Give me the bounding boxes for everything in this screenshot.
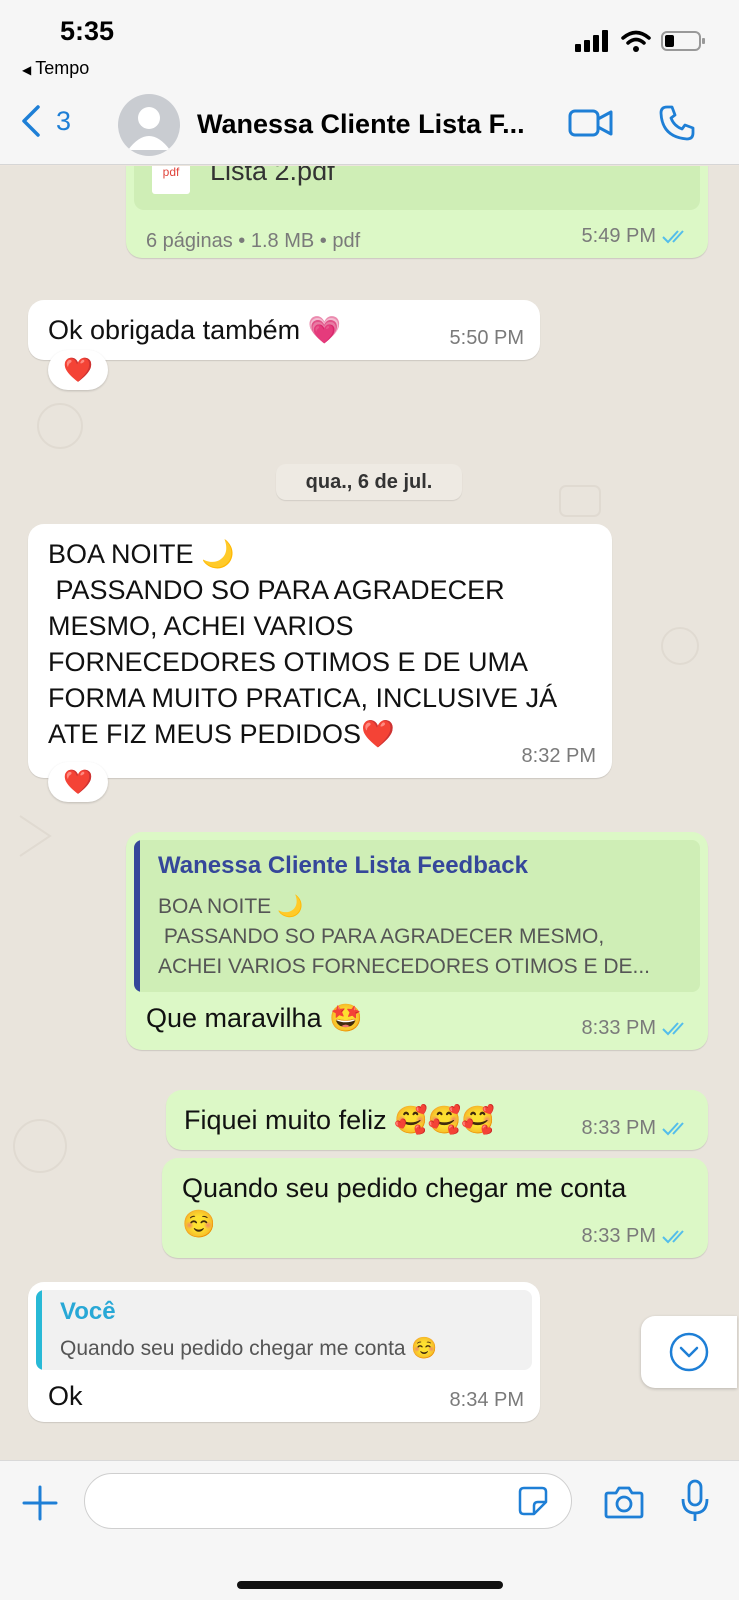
- document-filename: Lista 2.pdf: [210, 166, 335, 186]
- message-text: Ok obrigada também 💗: [48, 315, 342, 345]
- contact-avatar[interactable]: [118, 94, 180, 156]
- message-meta: 8:32 PM: [522, 745, 596, 768]
- message-line: ATE FIZ MEUS PEDIDOS❤️: [48, 719, 395, 749]
- quote-accent-bar: [36, 1290, 42, 1370]
- message-meta: 8:33 PM: [582, 1225, 692, 1248]
- message-line: FORNECEDORES OTIMOS E DE UMA: [48, 647, 529, 677]
- message-text: Ok: [48, 1381, 83, 1411]
- message-line: PASSANDO SO PARA AGRADECER: [48, 575, 505, 605]
- message-outgoing[interactable]: Quando seu pedido chegar me conta ☺️ 8:3…: [162, 1158, 708, 1258]
- double-check-read-icon: [662, 1021, 684, 1035]
- phone-icon: [659, 105, 695, 141]
- quote-accent-bar: [134, 840, 140, 992]
- contact-name[interactable]: Wanessa Cliente Lista F...: [197, 109, 525, 140]
- status-time: 5:35: [60, 16, 115, 46]
- message-time: 8:34 PM: [449, 1389, 524, 1411]
- microphone-button[interactable]: [680, 1479, 710, 1528]
- message-line: FORMA MUITO PRATICA, INCLUSIVE JÁ: [48, 683, 558, 713]
- message-meta: 8:33 PM: [582, 1017, 692, 1040]
- chevron-left-icon: [22, 105, 40, 137]
- default-avatar-icon: [128, 107, 170, 150]
- double-check-read-icon: [662, 1229, 684, 1243]
- scroll-to-bottom-button[interactable]: [641, 1316, 737, 1388]
- quoted-message[interactable]: Você Quando seu pedido chegar me conta ☺…: [36, 1290, 532, 1370]
- quote-author: Wanessa Cliente Lista Feedback: [158, 852, 528, 879]
- message-text: Que maravilha 🤩: [146, 1003, 363, 1033]
- plus-icon: [22, 1485, 58, 1521]
- double-check-read-icon: [662, 229, 684, 243]
- message-line: BOA NOITE 🌙: [48, 539, 235, 569]
- heart-reaction[interactable]: ❤️: [48, 762, 108, 802]
- back-triangle-icon: ◀: [22, 63, 32, 77]
- message-text-multiline: Quando seu pedido chegar me conta ☺️: [182, 1170, 626, 1242]
- message-time: 8:33 PM: [581, 1225, 656, 1247]
- video-call-button[interactable]: [568, 108, 614, 143]
- signal-icon: [575, 30, 608, 52]
- date-separator: qua., 6 de jul.: [276, 464, 462, 500]
- message-time: 8:32 PM: [521, 745, 596, 767]
- voice-call-button[interactable]: [658, 104, 696, 147]
- camera-button[interactable]: [604, 1485, 644, 1524]
- document-preview-area[interactable]: pdf Lista 2.pdf: [134, 166, 700, 210]
- double-check-read-icon: [662, 1121, 684, 1135]
- message-incoming[interactable]: BOA NOITE 🌙 PASSANDO SO PARA AGRADECER M…: [28, 524, 612, 778]
- message-line: ☺️: [182, 1209, 216, 1239]
- pdf-file-icon: pdf: [152, 166, 190, 194]
- back-to-app-link[interactable]: ◀ Tempo: [22, 58, 89, 79]
- wallpaper-doodle-pattern: [13, 403, 721, 1387]
- message-reply-out[interactable]: Wanessa Cliente Lista Feedback BOA NOITE…: [126, 832, 708, 1050]
- wifi-icon: [621, 30, 651, 52]
- home-indicator: [237, 1581, 503, 1589]
- microphone-icon: [681, 1479, 709, 1521]
- sticker-icon: [518, 1486, 548, 1516]
- system-status-icons: [575, 30, 707, 52]
- chat-area[interactable]: pdf Lista 2.pdf 6 páginas • 1.8 MB • pdf…: [0, 166, 739, 1460]
- message-line: MESMO, ACHEI VARIOS: [48, 611, 354, 641]
- message-meta: 8:33 PM: [582, 1117, 692, 1140]
- battery-icon: [661, 31, 705, 51]
- message-meta: 5:49 PM: [582, 225, 692, 248]
- message-text: Fiquei muito feliz 🥰🥰🥰: [184, 1105, 495, 1135]
- document-details: 6 páginas • 1.8 MB • pdf: [146, 230, 361, 252]
- camera-icon: [604, 1486, 644, 1519]
- message-input[interactable]: [84, 1473, 572, 1529]
- quote-text: Quando seu pedido chegar me conta ☺️: [60, 1337, 438, 1360]
- sticker-button[interactable]: [518, 1486, 548, 1521]
- chevron-down-circle-icon: [669, 1332, 709, 1372]
- message-meta: 5:50 PM: [450, 327, 524, 350]
- chat-header: 5:35 ◀ Tempo 3 Wanessa Cliente Lista F...: [0, 0, 739, 165]
- message-time: 8:33 PM: [581, 1117, 656, 1139]
- quote-line: ACHEI VARIOS FORNECEDORES OTIMOS E DE...: [158, 955, 651, 978]
- message-text-multiline: BOA NOITE 🌙 PASSANDO SO PARA AGRADECER M…: [48, 536, 557, 752]
- message-time: 5:50 PM: [449, 327, 524, 349]
- message-line: Quando seu pedido chegar me conta: [182, 1173, 627, 1203]
- message-time: 8:33 PM: [581, 1017, 656, 1039]
- quote-author: Você: [60, 1298, 116, 1325]
- heart-reaction[interactable]: ❤️: [48, 350, 108, 390]
- message-meta: 8:34 PM: [450, 1389, 524, 1412]
- message-composer: [0, 1460, 739, 1600]
- quote-text: BOA NOITE 🌙 PASSANDO SO PARA AGRADECER M…: [158, 892, 650, 982]
- quote-line: BOA NOITE 🌙: [158, 895, 304, 918]
- unread-count: 3: [56, 105, 72, 136]
- message-document-out[interactable]: pdf Lista 2.pdf 6 páginas • 1.8 MB • pdf…: [126, 166, 708, 258]
- back-app-label: Tempo: [35, 58, 90, 78]
- message-incoming[interactable]: Ok obrigada também 💗 5:50 PM: [28, 300, 540, 360]
- attach-button[interactable]: [22, 1485, 58, 1526]
- back-button[interactable]: 3: [20, 104, 71, 138]
- video-call-icon: [568, 109, 613, 137]
- quote-line: PASSANDO SO PARA AGRADECER MESMO,: [158, 925, 605, 948]
- quoted-message[interactable]: Wanessa Cliente Lista Feedback BOA NOITE…: [134, 840, 700, 992]
- message-reply-in[interactable]: Você Quando seu pedido chegar me conta ☺…: [28, 1282, 540, 1422]
- message-time: 5:49 PM: [581, 225, 656, 247]
- message-outgoing[interactable]: Fiquei muito feliz 🥰🥰🥰 8:33 PM: [166, 1090, 708, 1150]
